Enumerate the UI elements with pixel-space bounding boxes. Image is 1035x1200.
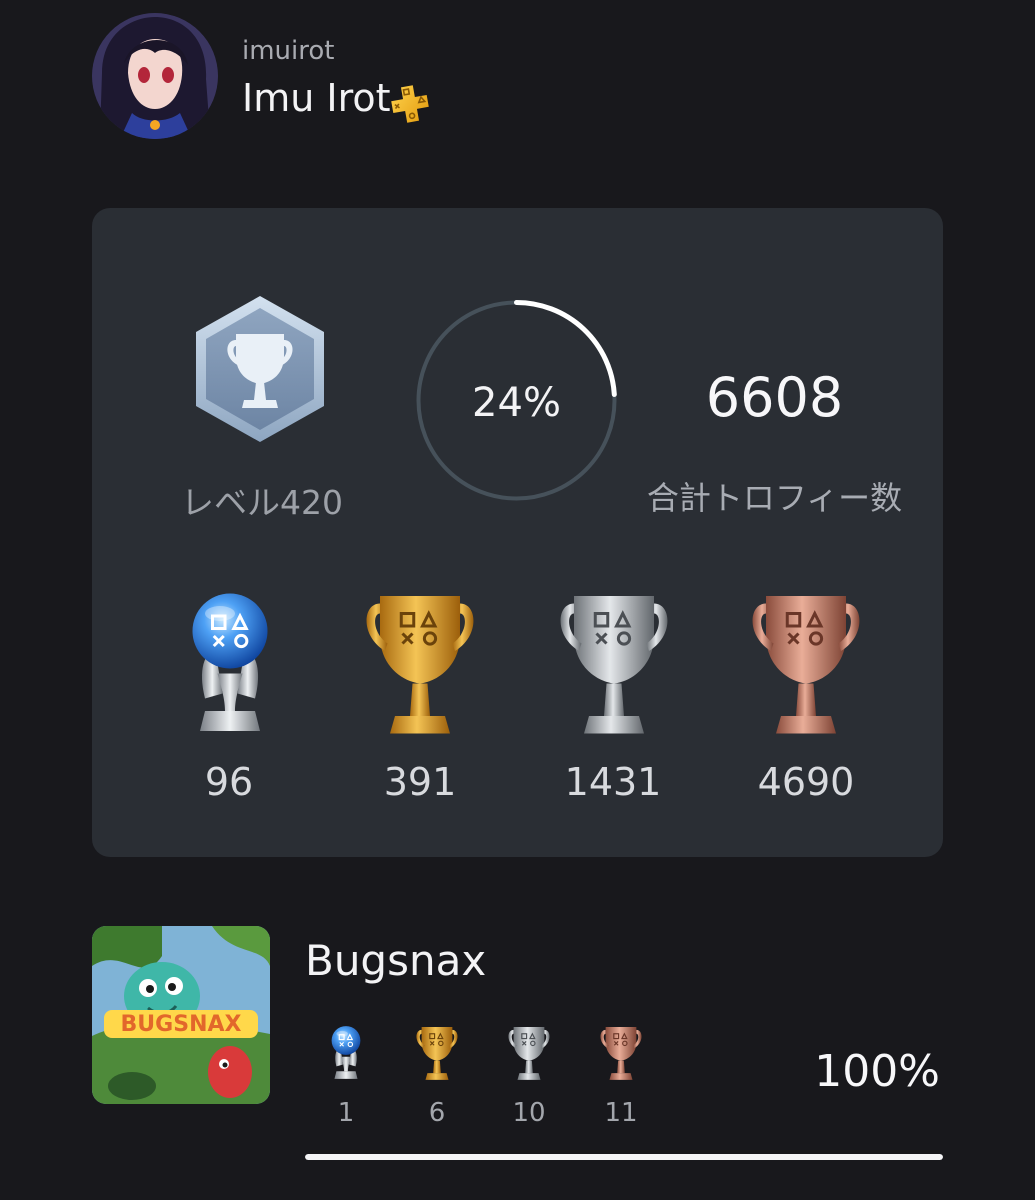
platinum-count: 96	[204, 760, 254, 804]
platinum-trophy-icon	[322, 1020, 370, 1084]
game-bronze-count: 11	[604, 1098, 638, 1128]
silver-count: 1431	[564, 760, 662, 804]
game-progress-fill	[305, 1154, 943, 1160]
total-trophies-label: 合計トロフィー数	[646, 479, 903, 517]
playstation-plus-icon	[390, 84, 430, 124]
game-gold-count: 6	[428, 1098, 446, 1128]
online-id: imuirot	[242, 36, 335, 66]
trophy-summary-card[interactable]: レベル420 24% 6608 合計トロフィー数 96 391 1431 469…	[92, 208, 943, 857]
silver-trophy-icon	[505, 1020, 553, 1084]
gold-trophy-icon	[413, 1020, 461, 1084]
game-progress-text: 100%	[814, 1046, 940, 1097]
level-trophy-hexagon-icon	[192, 294, 328, 444]
total-trophies-value: 6608	[705, 366, 844, 429]
platinum-trophy-icon	[160, 586, 300, 736]
bronze-count: 4690	[757, 760, 855, 804]
silver-trophy-icon	[544, 586, 684, 736]
bronze-trophy-icon	[597, 1020, 645, 1084]
svg-text:BUGSNAX: BUGSNAX	[121, 1012, 242, 1037]
gold-count: 391	[383, 760, 457, 804]
display-name: Imu Irot	[242, 76, 391, 120]
game-platinum-count: 1	[337, 1098, 355, 1128]
game-title[interactable]: Bugsnax	[305, 936, 486, 985]
level-progress-text: 24%	[472, 380, 561, 426]
game-silver-count: 10	[512, 1098, 546, 1128]
avatar[interactable]	[92, 13, 218, 139]
gold-trophy-icon	[350, 586, 490, 736]
game-progress-bar	[305, 1154, 943, 1160]
bugsnax-cover-art[interactable]: BUGSNAX	[92, 926, 270, 1104]
bronze-trophy-icon	[736, 586, 876, 736]
level-label: レベル420	[181, 483, 343, 522]
